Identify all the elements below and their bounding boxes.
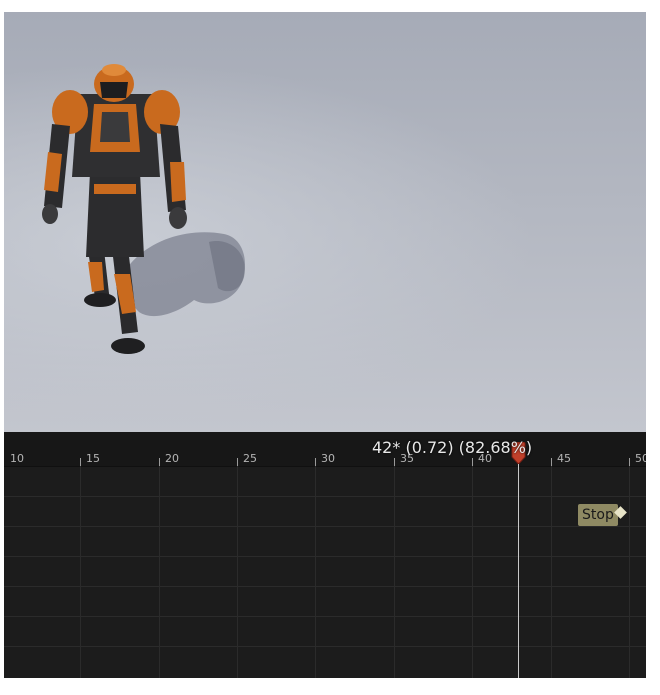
ruler-tick bbox=[315, 458, 316, 466]
ruler-label-30: 30 bbox=[321, 452, 335, 465]
notify-marker-stop[interactable]: Stop bbox=[578, 504, 618, 526]
grid-line bbox=[4, 496, 646, 497]
ruler-tick bbox=[159, 458, 160, 466]
ruler-tick bbox=[629, 458, 630, 466]
ruler-label-50: 50 bbox=[635, 452, 646, 465]
ruler-label-10: 10 bbox=[10, 452, 24, 465]
ruler-tick bbox=[472, 458, 473, 466]
ruler-tick bbox=[237, 458, 238, 466]
timeline-ruler[interactable]: 10 15 20 25 30 35 40 45 50 bbox=[4, 432, 646, 467]
notify-marker-label: Stop bbox=[582, 507, 614, 523]
ruler-label-45: 45 bbox=[557, 452, 571, 465]
ruler-tick bbox=[394, 458, 395, 466]
ruler-tick bbox=[80, 458, 81, 466]
grid-line bbox=[4, 556, 646, 557]
grid-line bbox=[4, 586, 646, 587]
ruler-label-15: 15 bbox=[86, 452, 100, 465]
ruler-label-20: 20 bbox=[165, 452, 179, 465]
playhead-frame-readout: 42* (0.72) (82.68%) bbox=[372, 438, 533, 457]
grid-line bbox=[4, 526, 646, 527]
playhead-line[interactable] bbox=[518, 446, 519, 678]
character-preview bbox=[42, 64, 245, 354]
animation-timeline[interactable]: 10 15 20 25 30 35 40 45 50 42* (0.72) (8… bbox=[4, 432, 646, 678]
animation-viewport[interactable] bbox=[4, 12, 646, 432]
ruler-tick bbox=[551, 458, 552, 466]
grid-line bbox=[4, 616, 646, 617]
grid-line bbox=[4, 646, 646, 647]
ruler-label-25: 25 bbox=[243, 452, 257, 465]
timeline-tracks[interactable] bbox=[4, 466, 646, 678]
